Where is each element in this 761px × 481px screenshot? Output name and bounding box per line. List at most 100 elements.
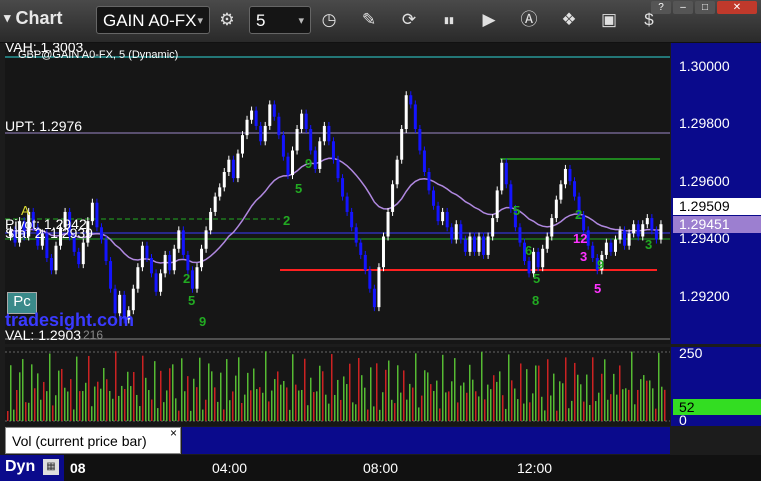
volume-bar (613, 373, 615, 421)
get-icon[interactable]: ▮▮ (437, 8, 461, 32)
candle (304, 113, 308, 129)
volume-bar (385, 369, 387, 421)
volume-bar (595, 401, 597, 421)
series-label: GBP@GAIN A0-FX, 5 (Dynamic) (18, 49, 179, 61)
candle (654, 230, 658, 240)
volume-bar (166, 390, 168, 421)
volume-bar (430, 384, 432, 421)
candle (322, 125, 326, 142)
volume-bar (235, 375, 237, 421)
alert-icon[interactable]: Ⓐ (517, 8, 541, 32)
volume-bar (469, 364, 471, 421)
candle (377, 267, 381, 308)
clock-icon[interactable]: ◷ (317, 8, 341, 32)
candle (286, 156, 290, 176)
calendar-icon[interactable]: ▦ (43, 459, 59, 475)
maximize-button[interactable]: □ (695, 1, 715, 14)
volume-bar (415, 353, 417, 421)
volume-bar (568, 408, 570, 421)
volume-bar (403, 370, 405, 421)
candle (145, 245, 149, 258)
volume-bar (244, 394, 246, 421)
candle (527, 261, 531, 274)
comment-icon[interactable]: ▣ (597, 8, 621, 32)
candle (541, 248, 545, 268)
volume-bar (619, 365, 621, 421)
volume-bar (529, 402, 531, 421)
symbol-combo[interactable]: GAIN A0-FX ▾ (96, 6, 210, 34)
volume-bar (400, 392, 402, 421)
volume-bar (577, 374, 579, 421)
volume-bar (124, 388, 126, 421)
volume-bar (130, 386, 132, 421)
volume-bar (241, 402, 243, 421)
candle (295, 129, 299, 151)
time-tick: 04:00 (212, 460, 248, 476)
volume-bar (115, 351, 117, 421)
volume-bar (364, 387, 366, 421)
svg-text:2: 2 (183, 271, 190, 286)
candle (99, 227, 103, 240)
last-price-badge: 1.29509 (673, 198, 761, 215)
svg-text:5: 5 (188, 293, 195, 308)
volume-bar (544, 410, 546, 421)
svg-text:5: 5 (295, 181, 302, 196)
pencil-icon[interactable]: ✎ (357, 8, 381, 32)
volume-bar (397, 365, 399, 421)
wrench-icon[interactable]: ❖ (557, 8, 581, 32)
dyn-label: Dyn (5, 458, 36, 475)
play-icon[interactable]: ▶ (477, 8, 501, 32)
moving-average-line (10, 157, 662, 264)
close-icon[interactable]: × (170, 426, 177, 440)
candle (281, 135, 285, 157)
svg-text:3: 3 (645, 237, 652, 252)
volume-bar (292, 354, 294, 421)
candle (413, 104, 417, 129)
refresh-icon[interactable]: ⟳ (397, 8, 421, 32)
candle (491, 218, 495, 237)
volume-bar (340, 399, 342, 421)
chart-icon: ▾ (4, 10, 11, 25)
settings-gear-icon[interactable]: ⚙ (215, 8, 239, 32)
svg-text:12: 12 (573, 231, 587, 246)
volume-bar (223, 409, 225, 421)
volume-bar (556, 410, 558, 421)
volume-bar (580, 384, 582, 421)
volume-bar (553, 373, 555, 421)
time-tick: 12:00 (517, 460, 553, 476)
close-button[interactable]: ✕ (717, 1, 757, 14)
time-axis-strip (64, 455, 761, 481)
candle (486, 236, 490, 255)
candle (254, 110, 258, 126)
candle (381, 236, 385, 268)
volume-panel[interactable] (5, 347, 670, 426)
candle (536, 251, 540, 268)
volume-bar (118, 395, 120, 421)
volume-bar (487, 384, 489, 421)
upt-label: UPT: 1.2976 (5, 118, 83, 134)
volume-bar (484, 399, 486, 421)
interval-combo[interactable]: 5 ▾ (249, 6, 311, 34)
candle (468, 236, 472, 252)
volume-footer (182, 427, 670, 454)
volume-bar (280, 384, 282, 421)
volume-bar (139, 406, 141, 421)
help-button[interactable]: ? (651, 1, 671, 14)
volume-bar (169, 368, 171, 421)
candle (386, 211, 390, 237)
minimize-button[interactable]: – (673, 1, 693, 14)
volume-bar (508, 354, 510, 421)
candle (163, 254, 167, 274)
volume-bar (475, 391, 477, 421)
candle (650, 218, 654, 231)
volume-bar (274, 379, 276, 421)
volume-bar (391, 399, 393, 421)
volume-bar (268, 401, 270, 421)
candle (472, 236, 476, 252)
candle (509, 184, 513, 209)
price-chart[interactable]: 2 5 9 9 5 2 5 6 5 8 2 3 9 12 3 5 VAH: 1.… (5, 43, 670, 344)
volume-bar (328, 403, 330, 421)
volume-bar (607, 399, 609, 421)
volume-bar (28, 402, 30, 421)
app-title: ▾ Chart (4, 8, 63, 29)
